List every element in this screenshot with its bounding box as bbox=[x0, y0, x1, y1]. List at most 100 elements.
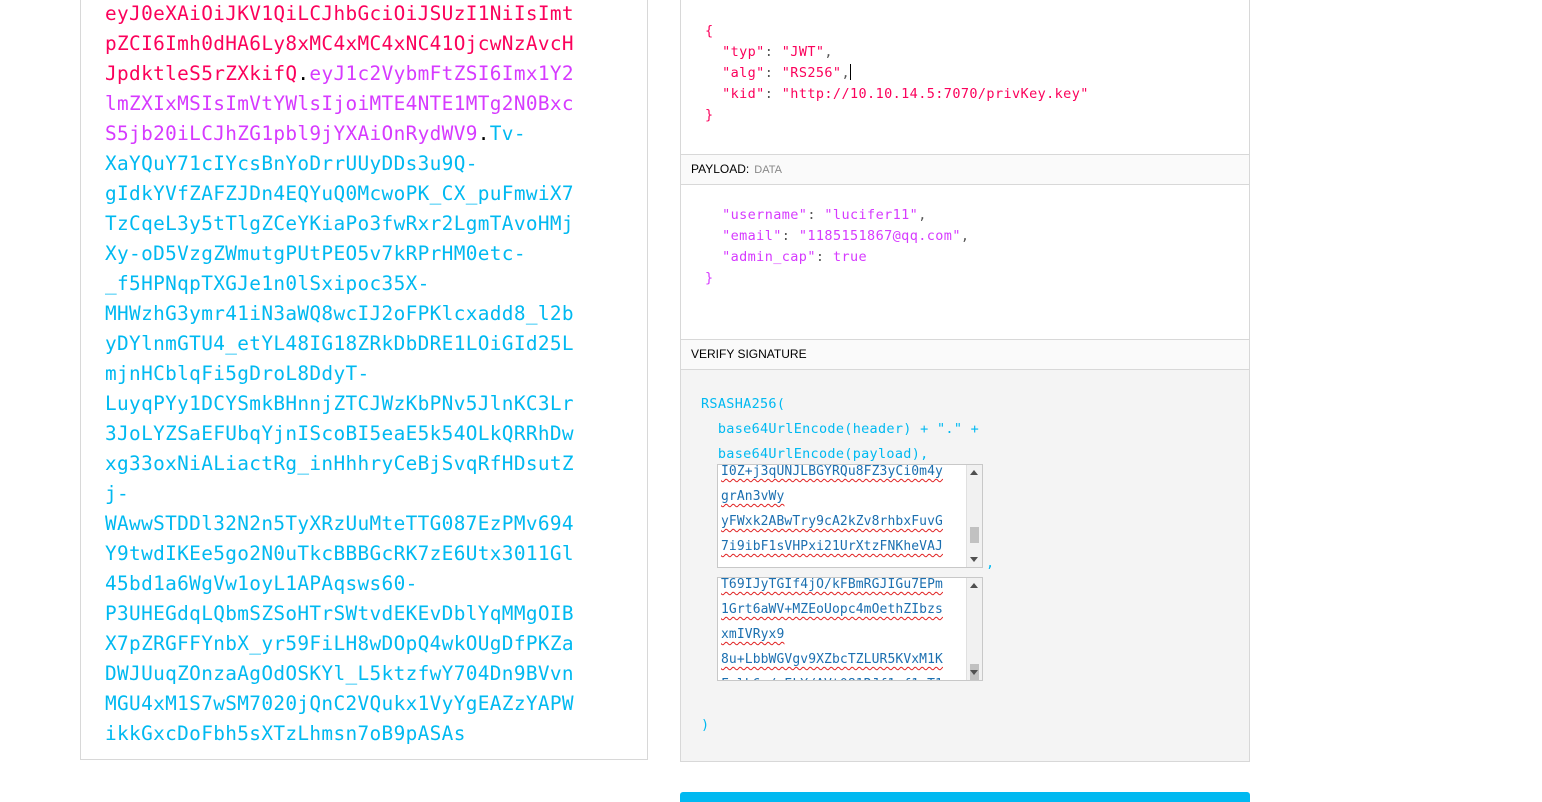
scroll-down-arrow-icon[interactable] bbox=[970, 557, 978, 562]
typ-key: "typ" bbox=[722, 44, 765, 60]
private-key-line: 8u+LbbWGVgv9XZbcTZLUR5KVxM1K bbox=[721, 652, 943, 667]
email-value: "1185151867@qq.com" bbox=[798, 228, 961, 244]
encoded-line: 3JoLYZSaEFUbqYjnIScoBI5eaE5k54OLkQRRhDw bbox=[105, 419, 577, 449]
admin-cap-key: "admin_cap" bbox=[722, 249, 816, 265]
verify-close-paren: ) bbox=[701, 717, 710, 733]
encoded-line: S5jb20iLCJhZG1pbl9jYXAiOnRydWV9.Tv- bbox=[105, 119, 577, 149]
private-key-line: 1Grt6aWV+MZEoUopc4mOethZIbzs bbox=[721, 602, 943, 617]
encoded-line: WAwwSTDDl32N2n5TyXRzUuMteTTG087EzPMv694 bbox=[105, 509, 577, 539]
encoded-line: gIdkYVfZAFZJDn4EQYuQ0McwoPK_CX_puFmwiX7 bbox=[105, 179, 577, 209]
encoded-sig-segment: DWJUuqZOnzaAgOdOSKYl_L5ktzfwY704Dn9BVvn bbox=[105, 662, 574, 685]
private-key-scrollbar[interactable] bbox=[966, 578, 982, 680]
encoded-sig-segment: LuyqPYy1DCYSmkBHnnjZTCJWzKbPNv5JlnKC3Lr bbox=[105, 392, 574, 415]
encoded-header-segment: eyJ0eXAiOiJKV1QiLCJhbGciOiJSUzI1NiIsImt bbox=[105, 2, 574, 25]
payload-json-editor[interactable]: "username": "lucifer11", "email": "11851… bbox=[705, 205, 969, 289]
encoded-line: Xy-oD5VzgZWmutgPUtPEO5v7kRPrHM0etc- bbox=[105, 239, 577, 269]
public-key-line: 7i9ibF1sVHPxi21UrXtzFNKheVAJ bbox=[721, 539, 943, 554]
encoded-line: lmZXIxMSIsImVtYWlsIjoiMTE4NTE1MTg2N0Bxc bbox=[105, 89, 577, 119]
verify-payload-line: base64UrlEncode(payload), bbox=[701, 446, 929, 462]
verify-label: VERIFY SIGNATURE bbox=[691, 347, 807, 361]
encoded-token-panel[interactable]: eyJ0eXAiOiJKV1QiLCJhbGciOiJSUzI1NiIsImt p… bbox=[80, 0, 648, 760]
private-key-textarea[interactable]: T69IJyTGIf4jO/kFBmRGJIGu7EPm 1Grt6aWV+MZE… bbox=[717, 577, 983, 681]
verify-comma: , bbox=[986, 555, 995, 571]
kid-key: "kid" bbox=[722, 86, 765, 102]
encoded-sig-segment: Tv- bbox=[489, 122, 526, 145]
public-key-scrollbar[interactable] bbox=[966, 465, 982, 567]
public-key-line: grAn3vWy bbox=[721, 489, 785, 504]
encoded-line: pZCI6Imh0dHA6Ly8xMC4xMC4xNC41OjcwNzAvcH bbox=[105, 29, 577, 59]
encoded-sig-segment: MGU4xM1S7wSM7020jQnC2VQukx1VyYgEAZzYAPW bbox=[105, 692, 574, 715]
encoded-sig-segment: gIdkYVfZAFZJDn4EQYuQ0McwoPK_CX_puFmwiX7 bbox=[105, 182, 574, 205]
encoded-sig-segment: j- bbox=[105, 482, 130, 505]
typ-value: "JWT" bbox=[781, 44, 825, 60]
payload-label: PAYLOAD: bbox=[691, 162, 750, 176]
encoded-line: X7pZRGFFYnbX_yr59FiLH8wDOpQ4wkOUgDfPKZa bbox=[105, 629, 577, 659]
header-json-editor[interactable]: { "typ": "JWT", "alg": "RS256", "kid": "… bbox=[705, 21, 1089, 126]
encoded-sig-segment: xg33oxNiALiactRg_inHhhryCeBjSvqRfHDsutZ bbox=[105, 452, 574, 475]
verify-section-header: VERIFY SIGNATURE bbox=[681, 339, 1249, 370]
encoded-sig-segment: 45bd1a6WgVw1oyL1APAqsws60- bbox=[105, 572, 418, 595]
encoded-line: yDYlnmGTU4_etYL48IG18ZRkDbDRE1LOiGId25L bbox=[105, 329, 577, 359]
verify-code: RSASHA256( base64UrlEncode(header) + "."… bbox=[701, 392, 979, 467]
encoded-line: Y9twdIKEe5go2N0uTkcBBBGcRK7zE6Utx3011Gl bbox=[105, 539, 577, 569]
encoded-line: ikkGxcDoFbh5sXTzLhmsn7oB9pASAs bbox=[105, 719, 577, 749]
encoded-sig-segment: P3UHEGdqLQbmSZSoHTrSWtvdEKEvDblYqMMgOIB bbox=[105, 602, 574, 625]
encoded-sig-segment: 3JoLYZSaEFUbqYjnIScoBI5eaE5k54OLkQRRhDw bbox=[105, 422, 574, 445]
scroll-thumb[interactable] bbox=[970, 527, 979, 543]
encoded-sig-segment: Y9twdIKEe5go2N0uTkcBBBGcRK7zE6Utx3011Gl bbox=[105, 542, 574, 565]
public-key-textarea[interactable]: I0Z+j3qUNJLBGYRQu8FZ3yCi0m4y grAn3vWy yFWx… bbox=[717, 464, 983, 568]
header-close-brace: } bbox=[705, 107, 714, 123]
encoded-line: JpdktleS5rZXkifQ.eyJ1c2VybmFtZSI6Imx1Y2 bbox=[105, 59, 577, 89]
scroll-down-arrow-icon[interactable] bbox=[970, 670, 978, 675]
decoded-panel: { "typ": "JWT", "alg": "RS256", "kid": "… bbox=[680, 0, 1250, 762]
share-jwt-button[interactable] bbox=[680, 792, 1250, 802]
encoded-sig-segment: mjnHCblqFi5gDroL8DdyT- bbox=[105, 362, 370, 385]
payload-close-brace: } bbox=[705, 270, 714, 286]
encoded-payload-segment: eyJ1c2VybmFtZSI6Imx1Y2 bbox=[309, 62, 574, 85]
encoded-line: MHWzhG3ymr41iN3aWQ8wcIJ2oFPKlcxadd8_l2b bbox=[105, 299, 577, 329]
public-key-text: I0Z+j3qUNJLBGYRQu8FZ3yCi0m4y grAn3vWy yFWx… bbox=[721, 464, 961, 559]
encoded-line: 45bd1a6WgVw1oyL1APAqsws60- bbox=[105, 569, 577, 599]
encoded-sig-segment: ikkGxcDoFbh5sXTzLhmsn7oB9pASAs bbox=[105, 722, 466, 745]
encoded-sig-segment: X7pZRGFFYnbX_yr59FiLH8wDOpQ4wkOUgDfPKZa bbox=[105, 632, 574, 655]
email-key: "email" bbox=[722, 228, 782, 244]
alg-key: "alg" bbox=[722, 65, 765, 81]
scroll-up-arrow-icon[interactable] bbox=[970, 583, 978, 588]
encoded-payload-segment: lmZXIxMSIsImVtYWlsIjoiMTE4NTE1MTg2N0Bxc bbox=[105, 92, 574, 115]
encoded-line: _f5HPNqpTXGJe1n0lSxipoc35X- bbox=[105, 269, 577, 299]
username-key: "username" bbox=[722, 207, 808, 223]
encoded-line: XaYQuY71cIYcsBnYoDrrUUyDDs3u9Q- bbox=[105, 149, 577, 179]
encoded-header-segment: JpdktleS5rZXkifQ bbox=[105, 62, 298, 85]
encoded-line: eyJ0eXAiOiJKV1QiLCJhbGciOiJSUzI1NiIsImt bbox=[105, 0, 577, 29]
admin-cap-value: true bbox=[832, 249, 868, 265]
encoded-sig-segment: WAwwSTDDl32N2n5TyXRzUuMteTTG087EzPMv694 bbox=[105, 512, 574, 535]
encoded-line: DWJUuqZOnzaAgOdOSKYl_L5ktzfwY704Dn9BVvn bbox=[105, 659, 577, 689]
verify-header-line: base64UrlEncode(header) + "." + bbox=[701, 421, 980, 437]
private-key-text: T69IJyTGIf4jO/kFBmRGJIGu7EPm 1Grt6aWV+MZE… bbox=[721, 577, 961, 680]
encoded-token-text[interactable]: eyJ0eXAiOiJKV1QiLCJhbGciOiJSUzI1NiIsImt p… bbox=[105, 0, 577, 749]
payload-section-header: PAYLOAD: DATA bbox=[681, 154, 1249, 185]
username-value: "lucifer11" bbox=[824, 207, 919, 223]
verify-signature-area: RSASHA256( base64UrlEncode(header) + "."… bbox=[681, 370, 1249, 761]
encoded-line: MGU4xM1S7wSM7020jQnC2VQukx1VyYgEAZzYAPW bbox=[105, 689, 577, 719]
encoded-line: TzCqeL3y5tTlgZCeYKiaPo3fwRxr2LgmTAvoHMj bbox=[105, 209, 577, 239]
encoded-header-segment: pZCI6Imh0dHA6Ly8xMC4xMC4xNC41OjcwNzAvcH bbox=[105, 32, 574, 55]
encoded-sig-segment: yDYlnmGTU4_etYL48IG18ZRkDbDRE1LOiGId25L bbox=[105, 332, 574, 355]
public-key-line: I0Z+j3qUNJLBGYRQu8FZ3yCi0m4y bbox=[721, 464, 943, 479]
private-key-line: xmIVRyx9 bbox=[721, 627, 785, 642]
encoded-sig-segment: _f5HPNqpTXGJe1n0lSxipoc35X- bbox=[105, 272, 430, 295]
public-key-line: yFWxk2ABwTry9cA2kZv8rhbxFuvG bbox=[721, 514, 943, 529]
encoded-line: j- bbox=[105, 479, 577, 509]
encoded-dot-segment: . bbox=[477, 122, 490, 145]
encoded-payload-segment: S5jb20iLCJhZG1pbl9jYXAiOnRydWV9 bbox=[105, 122, 478, 145]
kid-value: "http://10.10.14.5:7070/privKey.key" bbox=[781, 86, 1089, 102]
encoded-sig-segment: Xy-oD5VzgZWmutgPUtPEO5v7kRPrHM0etc- bbox=[105, 242, 526, 265]
encoded-line: P3UHEGdqLQbmSZSoHTrSWtvdEKEvDblYqMMgOIB bbox=[105, 599, 577, 629]
encoded-line: xg33oxNiALiactRg_inHhhryCeBjSvqRfHDsutZ bbox=[105, 449, 577, 479]
private-key-line: T69IJyTGIf4jO/kFBmRGJIGu7EPm bbox=[721, 577, 943, 592]
header-open-brace: { bbox=[705, 23, 714, 39]
encoded-dot-segment: . bbox=[297, 62, 310, 85]
verify-algo-line: RSASHA256( bbox=[701, 396, 786, 412]
scroll-up-arrow-icon[interactable] bbox=[970, 470, 978, 475]
encoded-sig-segment: TzCqeL3y5tTlgZCeYKiaPo3fwRxr2LgmTAvoHMj bbox=[105, 212, 574, 235]
